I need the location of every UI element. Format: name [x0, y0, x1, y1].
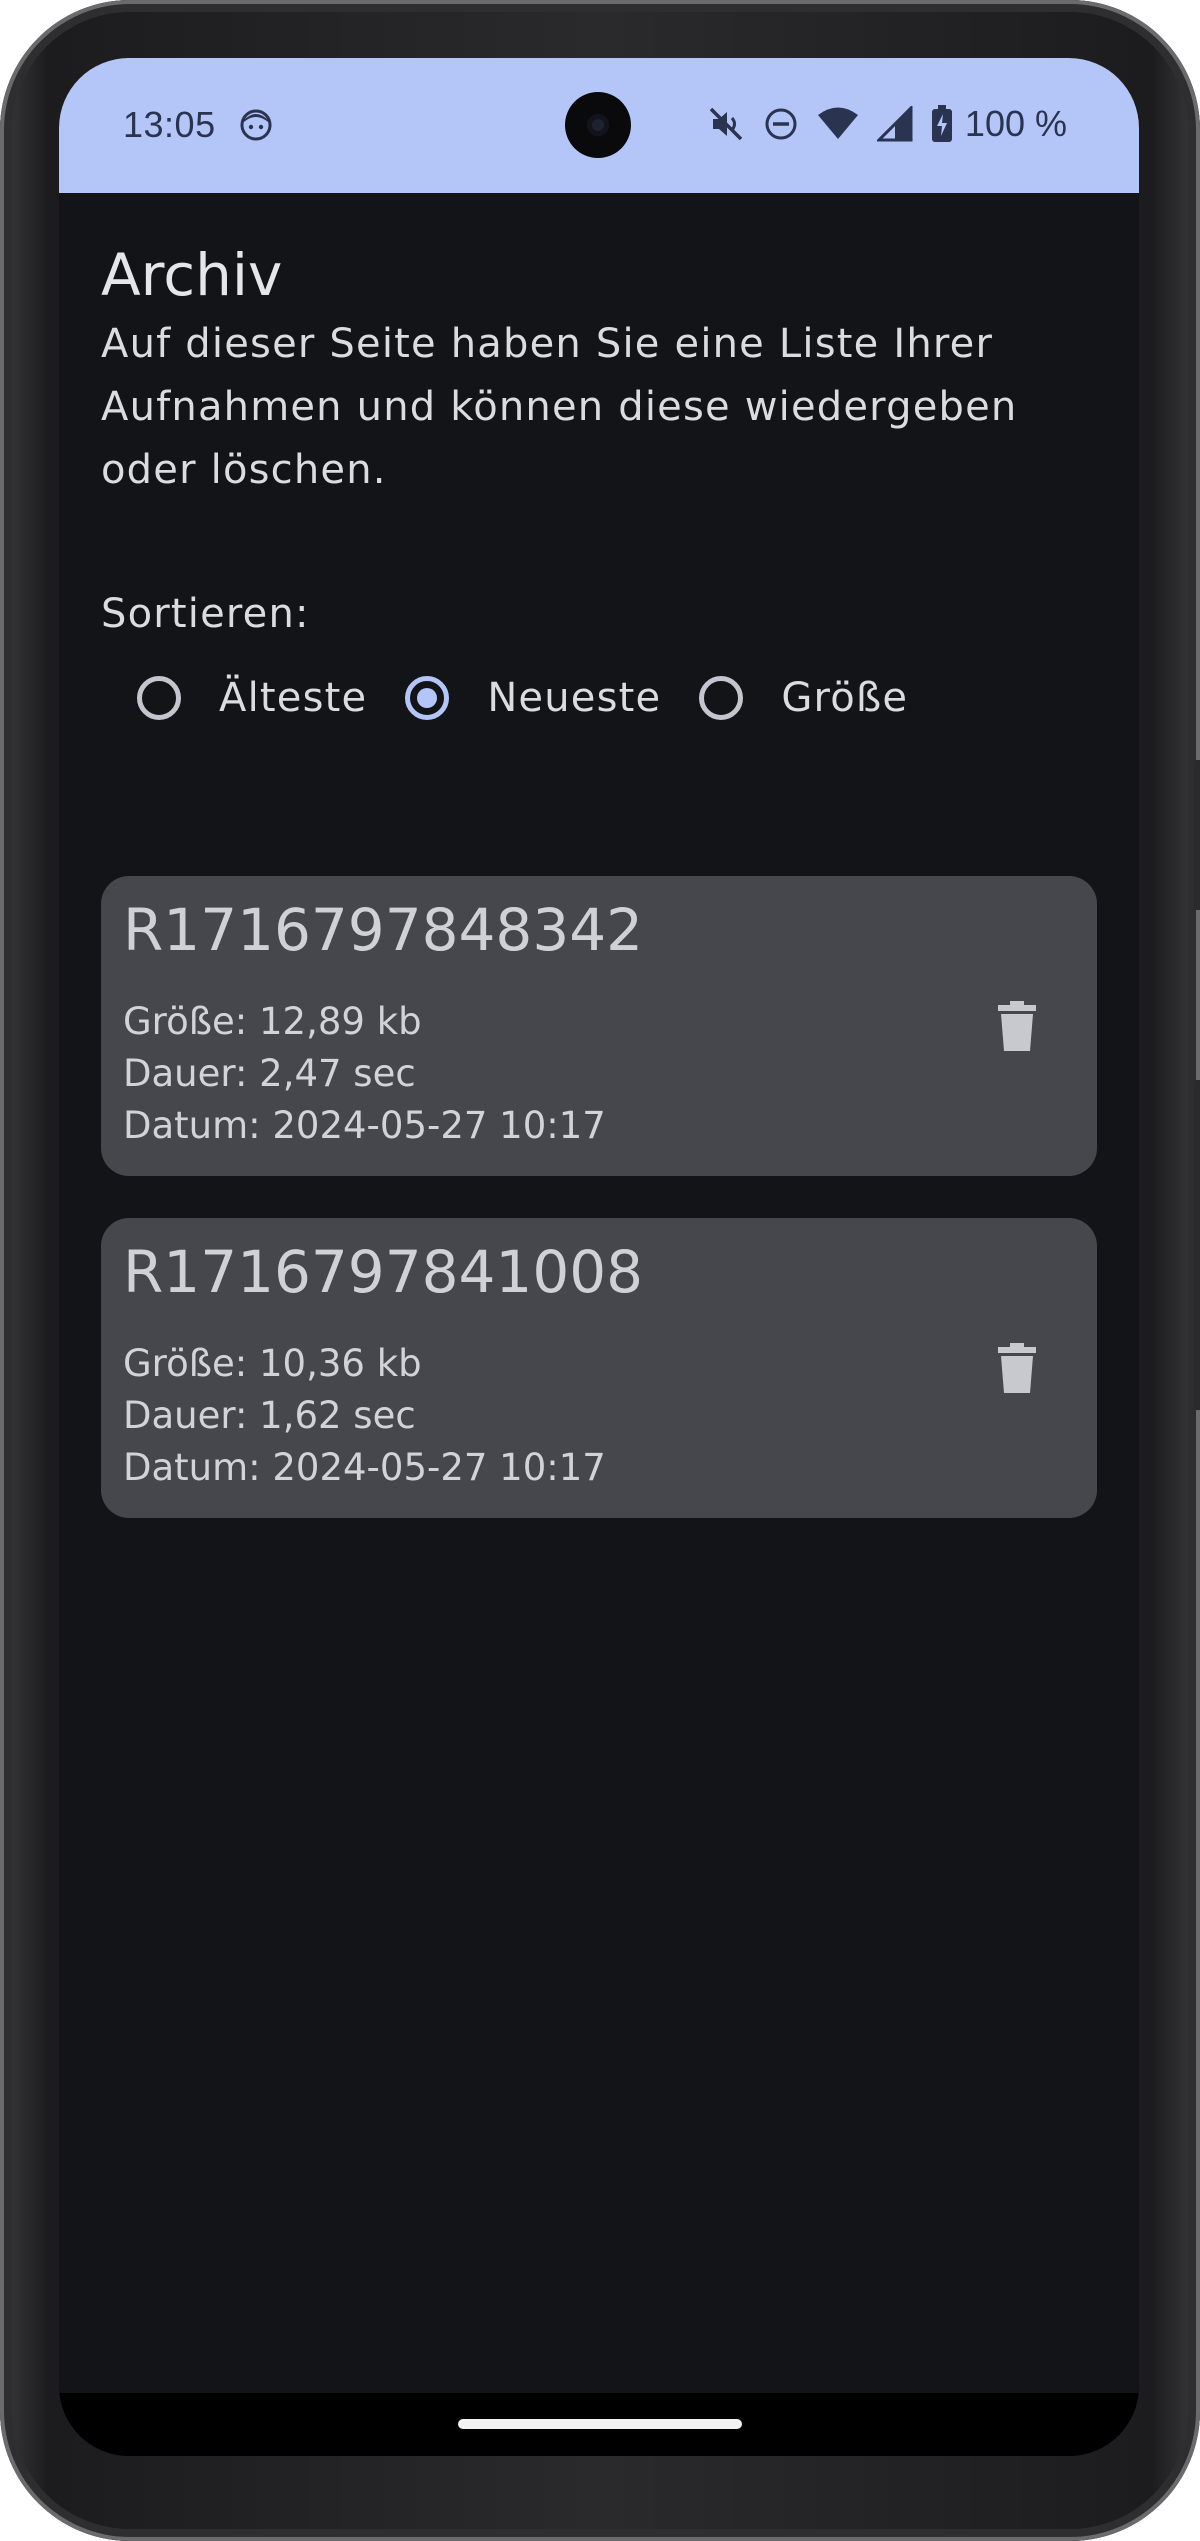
- home-indicator[interactable]: [458, 2419, 742, 2429]
- sort-option-newest[interactable]: Neueste: [405, 675, 661, 721]
- trash-icon: [998, 1343, 1036, 1393]
- trash-icon: [998, 1001, 1036, 1051]
- phone-frame: 13:05 100 % Archiv Auf dieser Seite habe…: [0, 0, 1200, 2541]
- power-button: [1194, 760, 1200, 910]
- radio-button-oldest[interactable]: [137, 676, 181, 720]
- sort-radio-group: Älteste Neueste Größe: [137, 663, 946, 733]
- recording-duration: Dauer: 1,62 sec: [123, 1394, 416, 1437]
- delete-button[interactable]: [985, 1336, 1049, 1400]
- sort-option-size[interactable]: Größe: [699, 675, 908, 721]
- recording-date: Datum: 2024-05-27 10:17: [123, 1104, 606, 1147]
- recording-date: Datum: 2024-05-27 10:17: [123, 1446, 606, 1489]
- recording-card[interactable]: R1716797841008 Größe: 10,36 kb Dauer: 1,…: [101, 1218, 1097, 1518]
- archive-page: Archiv Auf dieser Seite haben Sie eine L…: [59, 193, 1139, 2393]
- recording-card[interactable]: R1716797848342 Größe: 12,89 kb Dauer: 2,…: [101, 876, 1097, 1176]
- status-bar: 13:05 100 %: [59, 58, 1139, 193]
- recording-name: R1716797848342: [123, 896, 644, 964]
- radio-button-size[interactable]: [699, 676, 744, 720]
- recording-name: R1716797841008: [123, 1238, 644, 1306]
- battery-charging-icon: [931, 105, 952, 142]
- sort-option-label: Neueste: [487, 675, 662, 721]
- wifi-icon: [817, 107, 858, 139]
- recording-size: Größe: 10,36 kb: [123, 1342, 422, 1385]
- page-title: Archiv: [101, 241, 283, 309]
- recording-size: Größe: 12,89 kb: [123, 1000, 422, 1043]
- sort-option-label: Älteste: [219, 675, 368, 721]
- sort-label: Sortieren:: [101, 591, 310, 637]
- volume-button: [1194, 1080, 1200, 1410]
- sort-option-label: Größe: [781, 675, 909, 721]
- sort-option-oldest[interactable]: Älteste: [137, 675, 367, 721]
- status-icons: 100 %: [707, 102, 1067, 146]
- radio-button-newest[interactable]: [405, 676, 450, 720]
- signal-icon: [876, 106, 913, 142]
- do-not-disturb-icon: [765, 108, 797, 140]
- page-description: Auf dieser Seite haben Sie eine Liste Ih…: [101, 321, 1018, 493]
- recording-duration: Dauer: 2,47 sec: [123, 1052, 416, 1095]
- status-time: 13:05: [123, 104, 216, 145]
- delete-button[interactable]: [985, 994, 1049, 1058]
- screen: 13:05 100 % Archiv Auf dieser Seite habe…: [59, 58, 1139, 2456]
- face-icon: [240, 109, 272, 141]
- battery-percentage: 100 %: [964, 103, 1067, 144]
- mute-icon: [709, 107, 743, 141]
- front-camera: [565, 92, 631, 158]
